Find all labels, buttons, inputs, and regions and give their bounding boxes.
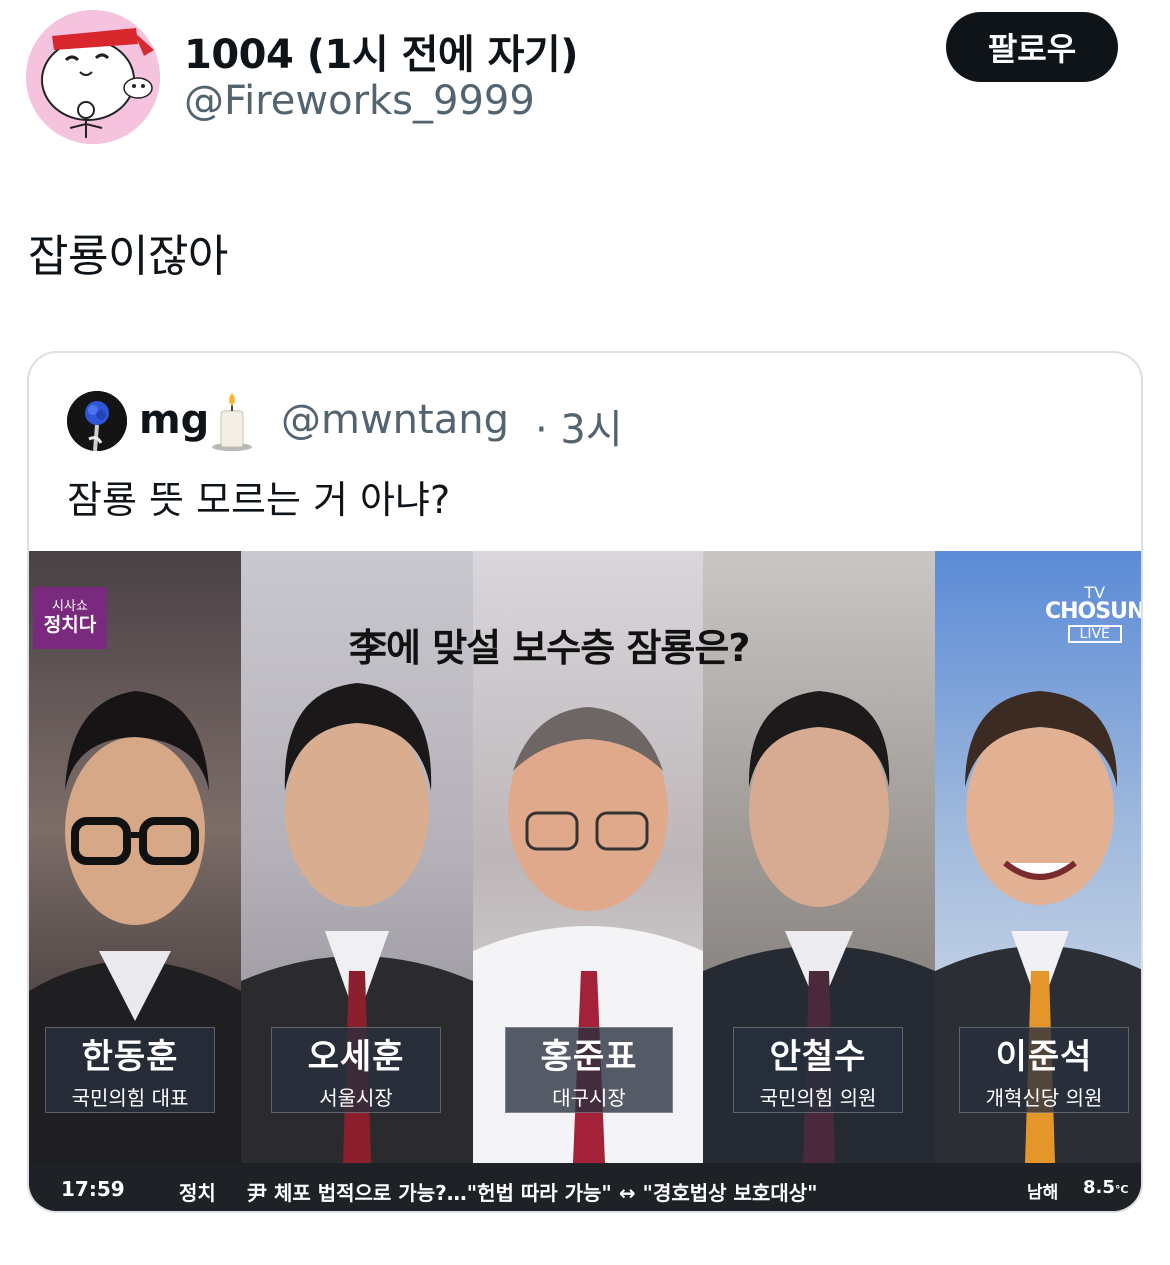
caption-title: 개혁신당 의원: [985, 1086, 1103, 1110]
news-ticker: 17:59 정치 尹 체포 법적으로 가능?…"헌법 따라 가능" ↔ "경호법…: [29, 1163, 1141, 1211]
channel-logo-name: CHOSUN: [1045, 599, 1143, 624]
author-avatar[interactable]: [26, 10, 160, 144]
caption-name: 홍준표: [540, 1037, 638, 1077]
caption-title: 국민의힘 대표: [71, 1086, 189, 1110]
tweet-header: 1004 (1시 전에 자기) @Fireworks_9999 팔로우: [0, 0, 1170, 150]
broadcast-headline: 李에 맞설 보수층 잠룡은?: [349, 626, 750, 670]
show-logo-big: 정치다: [43, 613, 97, 636]
caption-name: 한동훈: [81, 1037, 179, 1077]
person-caption-1: 한동훈 국민의힘 대표: [45, 1027, 215, 1113]
ticker-category: 정치: [179, 1181, 216, 1205]
quoted-tweet-text: 잠룡 뜻 모르는 거 아냐?: [67, 478, 451, 522]
author-handle[interactable]: @Fireworks_9999: [184, 78, 535, 124]
weather-temp-unit: °C: [1114, 1183, 1129, 1196]
caption-title: 서울시장: [319, 1086, 393, 1110]
ticker-headline: 尹 체포 법적으로 가능?…"헌법 따라 가능" ↔ "경호법상 보호대상": [247, 1181, 818, 1205]
tweet-text: 잡룡이잖아: [28, 231, 228, 282]
caption-name: 오세훈: [307, 1037, 405, 1077]
person-caption-2: 오세훈 서울시장: [271, 1027, 441, 1113]
weather-region: 남해: [1027, 1183, 1059, 1203]
person-caption-5: 이준석 개혁신당 의원: [959, 1027, 1129, 1113]
blue-rose-icon: [67, 391, 127, 451]
quoted-author-avatar[interactable]: [67, 391, 127, 451]
quoted-timestamp[interactable]: · 3시: [535, 397, 623, 455]
show-logo: 시사쇼 정치다: [33, 587, 107, 649]
channel-live-badge: LIVE: [1067, 625, 1122, 643]
candle-emoji-icon: [212, 393, 252, 451]
quoted-author-name[interactable]: mg: [139, 397, 209, 443]
show-logo-small: 시사쇼: [52, 599, 88, 615]
caption-title: 국민의힘 의원: [759, 1086, 877, 1110]
caption-name: 안철수: [769, 1037, 867, 1077]
weather-temp-value: 8.5: [1083, 1177, 1115, 1198]
quoted-media-image[interactable]: 시사쇼 정치다 李에 맞설 보수층 잠룡은? TV CHOSUN LIVE 한동…: [29, 551, 1143, 1211]
ticker-time: 17:59: [61, 1177, 125, 1201]
channel-logo: TV CHOSUN LIVE: [1045, 585, 1143, 643]
caption-name: 이준석: [995, 1037, 1093, 1077]
author-display-name[interactable]: 1004 (1시 전에 자기): [184, 22, 579, 80]
cartoon-avatar-icon: [26, 10, 160, 144]
caption-title: 대구시장: [552, 1086, 626, 1110]
follow-button[interactable]: 팔로우: [946, 12, 1118, 82]
quoted-author-handle[interactable]: @mwntang: [281, 397, 509, 443]
person-caption-3: 홍준표 대구시장: [505, 1027, 673, 1113]
person-caption-4: 안철수 국민의힘 의원: [733, 1027, 903, 1113]
weather-temperature: 8.5°C: [1083, 1177, 1128, 1198]
quoted-tweet[interactable]: mg @mwntang · 3시 잠룡 뜻 모르는 거 아냐? 시사쇼 정치다 …: [27, 351, 1143, 1213]
